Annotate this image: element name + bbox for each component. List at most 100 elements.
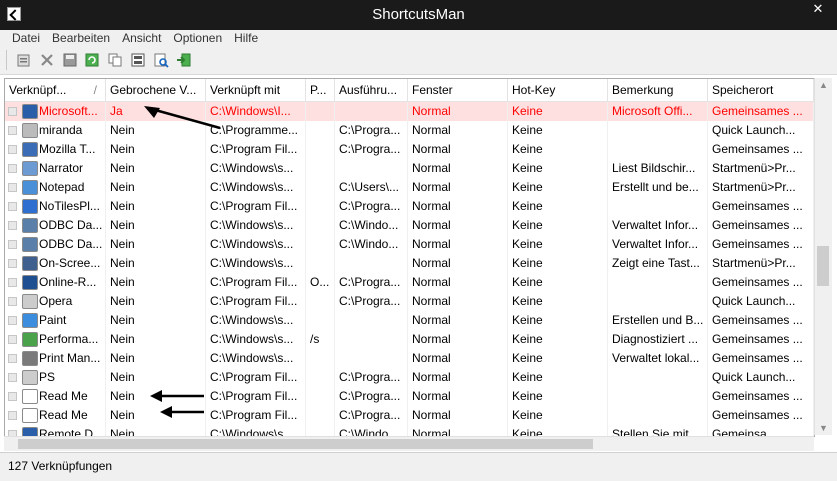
- html-report-icon[interactable]: [130, 52, 146, 68]
- refresh-icon[interactable]: [84, 52, 100, 68]
- cell-target: C:\Windows\s...: [206, 235, 306, 254]
- list-row[interactable]: PS Nein C:\Program Fil... C:\Progra... Norma…: [5, 368, 814, 387]
- cell-location: Startmenü>Pr...: [708, 254, 814, 273]
- column-header-parameter[interactable]: P...: [306, 79, 335, 101]
- vertical-scrollbar[interactable]: ▲ ▼: [814, 78, 832, 435]
- vertical-scroll-thumb[interactable]: [817, 246, 829, 286]
- row-checkbox[interactable]: [8, 297, 17, 306]
- scroll-up-icon[interactable]: ▲: [819, 80, 828, 90]
- list-row[interactable]: ODBC Da... Nein C:\Windows\s... C:\Windo...…: [5, 216, 814, 235]
- list-row[interactable]: miranda Nein C:\Programme... C:\Progra... No…: [5, 121, 814, 140]
- list-row[interactable]: NoTilesPl... Nein C:\Program Fil... C:\Prog…: [5, 197, 814, 216]
- row-checkbox[interactable]: [8, 316, 17, 325]
- cell-hotkey: Keine: [508, 406, 608, 425]
- cell-window: Normal: [408, 140, 508, 159]
- shortcut-icon: [22, 104, 38, 119]
- menu-optionen[interactable]: Optionen: [167, 30, 228, 46]
- row-checkbox[interactable]: [8, 202, 17, 211]
- list-row[interactable]: Opera Nein C:\Program Fil... C:\Progra... No…: [5, 292, 814, 311]
- horizontal-scroll-thumb[interactable]: [18, 439, 593, 449]
- column-header-hot-key[interactable]: Hot-Key: [508, 79, 608, 101]
- properties-icon[interactable]: [16, 52, 32, 68]
- close-button[interactable]: ✕: [807, 0, 829, 18]
- list-row[interactable]: Online-R... Nein C:\Program Fil... O... C:\P…: [5, 273, 814, 292]
- copy-icon[interactable]: [107, 52, 123, 68]
- cell-target: C:\Program Fil...: [206, 292, 306, 311]
- cell-params: [306, 197, 335, 216]
- cell-broken: Nein: [106, 349, 206, 368]
- cell-window: Normal: [408, 406, 508, 425]
- row-checkbox[interactable]: [8, 278, 17, 287]
- cell-broken: Nein: [106, 292, 206, 311]
- row-checkbox[interactable]: [8, 335, 17, 344]
- row-checkbox[interactable]: [8, 373, 17, 382]
- row-checkbox[interactable]: [8, 354, 17, 363]
- scroll-down-icon[interactable]: ▼: [819, 423, 828, 433]
- column-header-fenster[interactable]: Fenster: [408, 79, 508, 101]
- shortcut-icon: [22, 142, 38, 157]
- cell-name: Narrator: [5, 159, 106, 178]
- shortcuts-list[interactable]: Verknüpf... / Gebrochene V... Verknüpft m…: [4, 78, 815, 437]
- row-checkbox[interactable]: [8, 164, 17, 173]
- row-checkbox[interactable]: [8, 221, 17, 230]
- list-row[interactable]: Mozilla T... Nein C:\Program Fil... C:\Prog…: [5, 140, 814, 159]
- cell-hotkey: Keine: [508, 311, 608, 330]
- list-row[interactable]: Read Me Nein C:\Program Fil... C:\Progra...…: [5, 387, 814, 406]
- cell-broken: Nein: [106, 197, 206, 216]
- cell-params: O...: [306, 273, 335, 292]
- cell-name: ODBC Da...: [5, 216, 106, 235]
- row-checkbox[interactable]: [8, 107, 17, 116]
- cell-window: Normal: [408, 235, 508, 254]
- column-header-gebrochene[interactable]: Gebrochene V...: [106, 79, 206, 101]
- row-checkbox[interactable]: [8, 183, 17, 192]
- horizontal-scrollbar[interactable]: [4, 436, 814, 451]
- cell-name: miranda: [5, 121, 106, 140]
- cell-window: Normal: [408, 159, 508, 178]
- menu-hilfe[interactable]: Hilfe: [228, 30, 264, 46]
- menu-ansicht[interactable]: Ansicht: [116, 30, 167, 46]
- menu-bearbeiten[interactable]: Bearbeiten: [46, 30, 116, 46]
- list-row[interactable]: Notepad Nein C:\Windows\s... C:\Users\... No…: [5, 178, 814, 197]
- shortcut-icon: [22, 218, 38, 233]
- cell-hotkey: Keine: [508, 368, 608, 387]
- row-checkbox[interactable]: [8, 392, 17, 401]
- row-checkbox[interactable]: [8, 145, 17, 154]
- status-bar: 127 Verknüpfungen: [0, 452, 837, 481]
- exit-icon[interactable]: [176, 52, 192, 68]
- cell-location: Gemeinsames ...: [708, 406, 814, 425]
- cell-comment: Verwaltet Infor...: [608, 216, 708, 235]
- column-header-verknuepft-mit[interactable]: Verknüpft mit: [206, 79, 306, 101]
- row-checkbox[interactable]: [8, 126, 17, 135]
- cell-params: [306, 121, 335, 140]
- list-row[interactable]: Microsoft... Ja C:\Windows\I... Normal Keine…: [5, 102, 814, 121]
- column-header-bemerkung[interactable]: Bemerkung: [608, 79, 708, 101]
- list-row[interactable]: ODBC Da... Nein C:\Windows\s... C:\Windo...…: [5, 235, 814, 254]
- cell-comment: Erstellen und B...: [608, 311, 708, 330]
- row-checkbox[interactable]: [8, 259, 17, 268]
- column-header-verknuepfung[interactable]: Verknüpf... /: [5, 79, 106, 101]
- delete-icon[interactable]: [39, 52, 55, 68]
- cell-location: Quick Launch...: [708, 121, 814, 140]
- find-icon[interactable]: [153, 52, 169, 68]
- cell-hotkey: Keine: [508, 197, 608, 216]
- list-row[interactable]: Print Man... Nein C:\Windows\s... Normal Kei…: [5, 349, 814, 368]
- list-row[interactable]: Read Me Nein C:\Program Fil... C:\Progra...…: [5, 406, 814, 425]
- save-icon[interactable]: [62, 52, 78, 68]
- row-checkbox[interactable]: [8, 240, 17, 249]
- cell-name: Microsoft...: [5, 102, 106, 121]
- menu-datei[interactable]: Datei: [6, 30, 46, 46]
- row-checkbox[interactable]: [8, 411, 17, 420]
- cell-comment: Diagnostiziert ...: [608, 330, 708, 349]
- cell-location: Gemeinsames ...: [708, 102, 814, 121]
- list-row[interactable]: Paint Nein C:\Windows\s... Normal Keine Erste…: [5, 311, 814, 330]
- cell-broken: Nein: [106, 235, 206, 254]
- list-row[interactable]: Performa... Nein C:\Windows\s.../s Normal Ke…: [5, 330, 814, 349]
- list-row[interactable]: Narrator Nein C:\Windows\s... Normal Keine Li…: [5, 159, 814, 178]
- shortcut-icon: [22, 199, 38, 214]
- list-row[interactable]: On-Scree... Nein C:\Windows\s... Normal Kein…: [5, 254, 814, 273]
- list-header: Verknüpf... / Gebrochene V... Verknüpft m…: [5, 79, 814, 102]
- shortcut-name: Read Me: [39, 389, 88, 403]
- column-header-ausfuehren-in[interactable]: Ausführu...: [335, 79, 408, 101]
- shortcut-icon: [22, 256, 38, 271]
- column-header-speicherort[interactable]: Speicherort: [708, 79, 814, 101]
